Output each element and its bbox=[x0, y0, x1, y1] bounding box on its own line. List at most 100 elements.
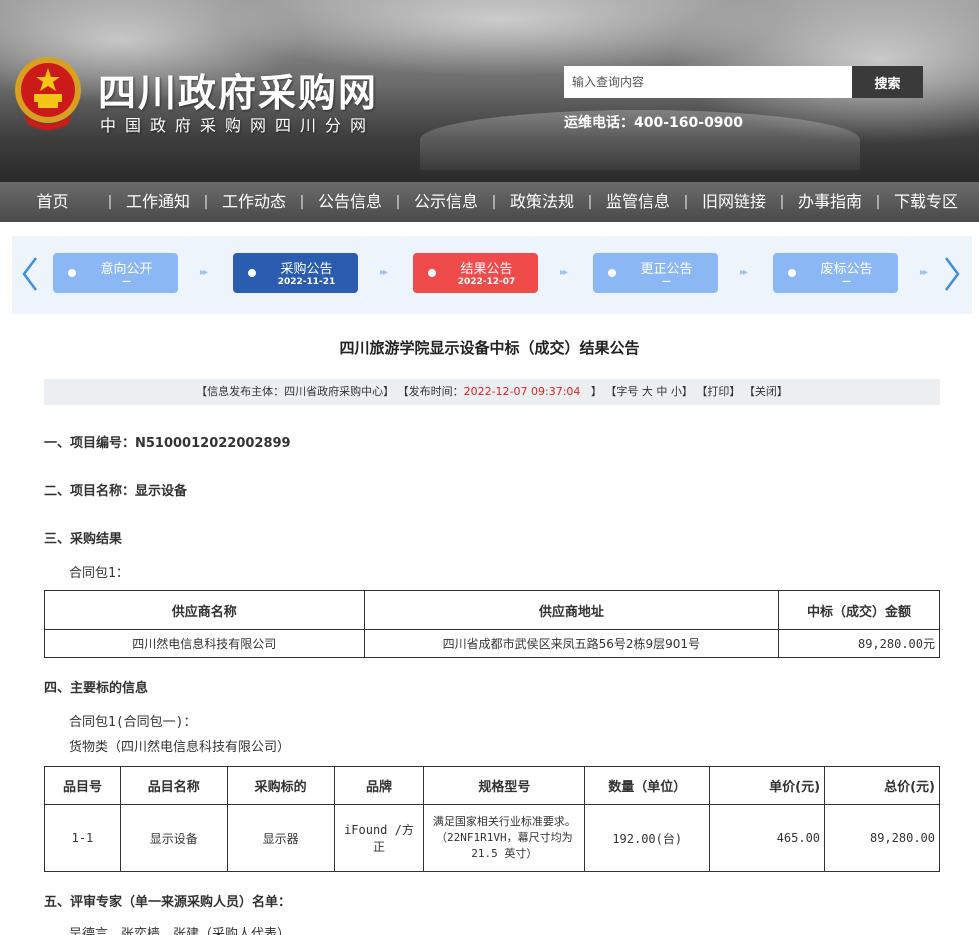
procurement-progress: 意向公开 — ▸▸ 采购公告 2022-11-21 ▸▸ 结果公告 2022-1… bbox=[12, 236, 972, 314]
step-result-notice[interactable]: 结果公告 2022-12-07 bbox=[413, 253, 538, 293]
section-main-items: 四、主要标的信息 bbox=[44, 681, 149, 696]
nav-separator: | bbox=[779, 194, 785, 210]
supplier-name: 四川然电信息科技有限公司 bbox=[44, 629, 365, 658]
nav-work-notice[interactable]: 工作通知 bbox=[115, 182, 201, 222]
section-experts: 五、评审专家（单一来源采购人员）名单： bbox=[44, 895, 292, 910]
nav-separator: | bbox=[395, 194, 401, 210]
goods-type-label: 货物类（四川然电信息科技有限公司） bbox=[69, 740, 291, 755]
page-title: 四川旅游学院显示设备中标（成交）结果公告 bbox=[339, 339, 640, 357]
table-header: 总价(元) bbox=[824, 766, 940, 805]
step-date: 2022-12-07 bbox=[457, 277, 516, 287]
double-chevron-icon: ▸▸ bbox=[560, 267, 568, 278]
hotline-text: 运维电话：400-160-0900 bbox=[564, 115, 744, 131]
nav-separator: | bbox=[875, 194, 881, 210]
table-header: 品目名称 bbox=[119, 766, 228, 805]
font-small-link[interactable]: 小 bbox=[671, 385, 682, 398]
item-spec: 满足国家相关行业标准要求。（22NF1R1VH，幕尺寸均为 21.5 英寸） bbox=[423, 804, 586, 872]
nav-separator: | bbox=[299, 194, 305, 210]
publish-time-close: 】 bbox=[590, 385, 602, 398]
supplier-address: 四川省成都市武侯区来凤五路56号2栋9层901号 bbox=[363, 629, 780, 658]
item-brand: iFound /方正 bbox=[333, 804, 425, 872]
nav-home[interactable]: 首页 bbox=[0, 182, 105, 222]
nav-separator: | bbox=[683, 194, 689, 210]
section-project-name: 二、项目名称：显示设备 bbox=[44, 484, 188, 499]
nav-separator: | bbox=[587, 194, 593, 210]
step-label: 采购公告 bbox=[280, 262, 333, 277]
site-title: 四川政府采购网 bbox=[98, 70, 379, 115]
table-header: 数量（单位） bbox=[584, 766, 711, 805]
table-header: 采购标的 bbox=[226, 766, 335, 805]
chevron-right-icon[interactable] bbox=[940, 254, 964, 294]
table-header-row: 品目号 品目名称 采购标的 品牌 规格型号 数量（单位） 单价(元) 总价(元) bbox=[44, 766, 940, 805]
item-target: 显示器 bbox=[226, 804, 335, 872]
search-input[interactable] bbox=[564, 66, 852, 98]
item-quantity: 192.00(台) bbox=[584, 804, 711, 872]
publish-time-value: 2022-12-07 09:37:04 bbox=[463, 385, 581, 398]
step-intention[interactable]: 意向公开 — bbox=[53, 253, 178, 293]
step-date: 2022-11-21 bbox=[277, 277, 336, 287]
chevron-left-icon[interactable] bbox=[18, 254, 42, 294]
nav-old-site-links[interactable]: 旧网链接 bbox=[691, 182, 777, 222]
table-header: 单价(元) bbox=[709, 766, 826, 805]
table-header: 供应商名称 bbox=[44, 590, 365, 630]
table-header-row: 供应商名称 供应商地址 中标（成交）金额 bbox=[44, 590, 940, 630]
goods-table: 品目号 品目名称 采购标的 品牌 规格型号 数量（单位） 单价(元) 总价(元)… bbox=[44, 766, 940, 872]
nav-separator: | bbox=[203, 194, 209, 210]
step-label: 意向公开 bbox=[100, 262, 153, 277]
section-project-number: 一、项目编号：N5100012022002899 bbox=[44, 436, 291, 451]
item-name: 显示设备 bbox=[119, 804, 228, 872]
search-button[interactable]: 搜索 bbox=[852, 66, 923, 98]
table-header: 品目号 bbox=[44, 766, 121, 805]
step-date: — bbox=[662, 277, 671, 287]
table-header: 规格型号 bbox=[423, 766, 586, 805]
package-detail-label: 合同包1(合同包一)： bbox=[69, 715, 197, 730]
font-size-label: 【字号 bbox=[605, 385, 639, 398]
table-header: 品牌 bbox=[333, 766, 425, 805]
step-date: — bbox=[122, 277, 131, 287]
font-size-close: 】 bbox=[681, 385, 693, 398]
double-chevron-icon: ▸▸ bbox=[920, 267, 928, 278]
step-cancel-notice[interactable]: 废标公告 — bbox=[773, 253, 898, 293]
step-label: 废标公告 bbox=[820, 262, 873, 277]
font-medium-link[interactable]: 中 bbox=[656, 385, 667, 398]
step-label: 更正公告 bbox=[640, 262, 693, 277]
table-header: 中标（成交）金额 bbox=[778, 590, 940, 630]
font-large-link[interactable]: 大 bbox=[642, 385, 653, 398]
experts-list: 吴德言、张奕樯、张建（采购人代表） bbox=[69, 927, 291, 935]
item-number: 1-1 bbox=[44, 804, 121, 872]
nav-policies[interactable]: 政策法规 bbox=[499, 182, 585, 222]
nav-public-notices[interactable]: 公示信息 bbox=[403, 182, 489, 222]
print-link[interactable]: 【打印】 bbox=[696, 385, 740, 398]
section-procurement-result: 三、采购结果 bbox=[44, 532, 123, 547]
publish-time-label: 【发布时间： bbox=[397, 385, 464, 398]
double-chevron-icon: ▸▸ bbox=[200, 267, 208, 278]
result-table: 供应商名称 供应商地址 中标（成交）金额 四川然电信息科技有限公司 四川省成都市… bbox=[44, 590, 940, 658]
double-chevron-icon: ▸▸ bbox=[740, 267, 748, 278]
step-date: — bbox=[842, 277, 851, 287]
main-nav: 首页 | 工作通知 | 工作动态 | 公告信息 | 公示信息 | 政策法规 | … bbox=[0, 182, 979, 222]
national-emblem-icon bbox=[15, 57, 81, 130]
item-total-price: 89,280.00 bbox=[824, 804, 940, 872]
site-subtitle: 中国政府采购网四川分网 bbox=[100, 116, 376, 135]
step-correction-notice[interactable]: 更正公告 — bbox=[593, 253, 718, 293]
table-header: 供应商地址 bbox=[363, 590, 780, 630]
close-link[interactable]: 【关闭】 bbox=[744, 385, 788, 398]
step-label: 结果公告 bbox=[460, 262, 513, 277]
double-chevron-icon: ▸▸ bbox=[380, 267, 388, 278]
award-amount: 89,280.00元 bbox=[778, 629, 940, 658]
article-meta-bar: 【信息发布主体：四川省政府采购中心】 【发布时间：2022-12-07 09:3… bbox=[44, 379, 940, 405]
nav-service-guide[interactable]: 办事指南 bbox=[787, 182, 873, 222]
nav-supervision[interactable]: 监管信息 bbox=[595, 182, 681, 222]
site-header: 四川政府采购网 中国政府采购网四川分网 搜索 运维电话：400-160-0900 bbox=[0, 0, 979, 182]
table-row: 四川然电信息科技有限公司 四川省成都市武侯区来凤五路56号2栋9层901号 89… bbox=[44, 629, 940, 658]
nav-announcements[interactable]: 公告信息 bbox=[307, 182, 393, 222]
table-row: 1-1 显示设备 显示器 iFound /方正 满足国家相关行业标准要求。（22… bbox=[44, 804, 940, 872]
nav-downloads[interactable]: 下载专区 bbox=[883, 182, 969, 222]
publisher-text: 【信息发布主体：四川省政府采购中心】 bbox=[196, 385, 395, 398]
item-unit-price: 465.00 bbox=[709, 804, 826, 872]
package-label: 合同包1： bbox=[69, 566, 129, 581]
nav-separator: | bbox=[491, 194, 497, 210]
nav-separator: | bbox=[107, 194, 113, 210]
step-purchase-notice[interactable]: 采购公告 2022-11-21 bbox=[233, 253, 358, 293]
nav-work-news[interactable]: 工作动态 bbox=[211, 182, 297, 222]
